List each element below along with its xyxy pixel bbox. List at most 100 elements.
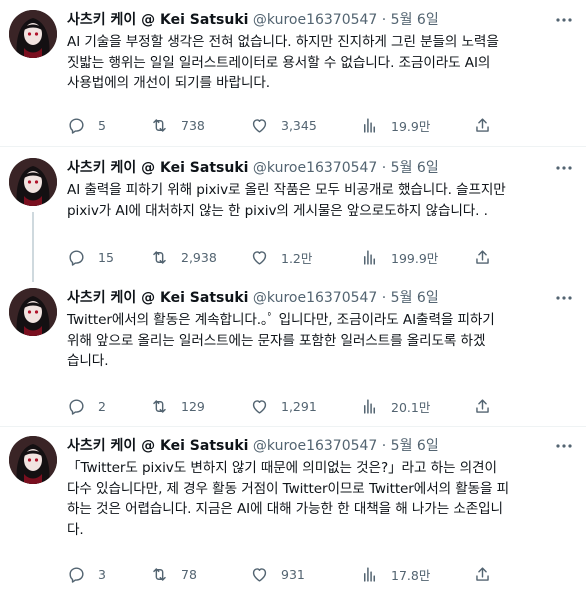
tweet-header: 사츠키 케이 @ Kei Satsuki @kuroe16370547 · 5월…: [67, 11, 439, 29]
tweet-text-line: 사용법에의 개선이 되기를 바랍니다.: [67, 75, 270, 91]
views-button[interactable]: 17.8만: [360, 564, 430, 584]
divider: [0, 426, 586, 427]
user-handle[interactable]: @kuroe16370547: [253, 438, 377, 454]
user-handle[interactable]: @kuroe16370547: [253, 290, 377, 306]
tweet[interactable]: 사츠키 케이 @ Kei Satsuki @kuroe16370547 · 5월…: [0, 288, 586, 418]
share-button[interactable]: [473, 115, 504, 135]
tweet[interactable]: 사츠키 케이 @ Kei Satsuki @kuroe16370547 · 5월…: [0, 436, 586, 586]
like-count: 1.2만: [281, 250, 313, 266]
retweet-icon: [153, 567, 166, 581]
retweet-button[interactable]: 2,938: [150, 247, 217, 267]
more-icon[interactable]: [555, 12, 573, 28]
retweet-count: 78: [181, 566, 197, 582]
like-count: 1,291: [281, 398, 317, 414]
tweet-text-line: AI 출력을 피하기 위해 pixiv로 올린 작품은 모두 비공개로 했습니다…: [67, 182, 506, 198]
share-icon: [476, 398, 489, 413]
tweet-text-line: 습니다.: [67, 353, 109, 369]
share-icon: [476, 117, 489, 132]
more-icon[interactable]: [555, 290, 573, 306]
tweet-actions: 15 2,938 1.2만 199.9만: [67, 247, 579, 267]
share-icon: [476, 566, 489, 581]
tweet-header: 사츠키 케이 @ Kei Satsuki @kuroe16370547 · 5월…: [67, 289, 439, 307]
heart-icon: [252, 250, 267, 265]
share-button[interactable]: [473, 396, 504, 416]
tweet-timestamp[interactable]: · 5월 6일: [382, 290, 439, 306]
reply-button[interactable]: 15: [67, 247, 114, 267]
divider: [0, 146, 586, 147]
display-name[interactable]: 사츠키 케이 @ Kei Satsuki: [67, 290, 248, 306]
like-button[interactable]: 1,291: [250, 396, 317, 416]
views-icon: [363, 249, 376, 265]
tweet-text: AI 출력을 피하기 위해 pixiv로 올린 작품은 모두 비공개로 했습니다…: [67, 180, 579, 221]
reply-count: 2: [98, 398, 106, 414]
more-icon[interactable]: [555, 438, 573, 454]
views-icon: [363, 117, 376, 133]
tweet-timestamp[interactable]: · 5월 6일: [382, 12, 439, 28]
views-button[interactable]: 19.9만: [360, 115, 430, 135]
like-button[interactable]: 3,345: [250, 115, 317, 135]
user-handle[interactable]: @kuroe16370547: [253, 12, 377, 28]
tweet-text-line: 다.: [67, 521, 84, 538]
tweet[interactable]: 사츠키 케이 @ Kei Satsuki @kuroe16370547 · 5월…: [0, 10, 586, 140]
tweet-actions: 5 738 3,345 19.9만: [67, 115, 579, 135]
retweet-icon: [153, 399, 166, 413]
reply-button[interactable]: 2: [67, 396, 106, 416]
retweet-icon: [153, 250, 166, 264]
views-button[interactable]: 199.9만: [360, 247, 438, 267]
view-count: 199.9만: [391, 250, 439, 266]
display-name[interactable]: 사츠키 케이 @ Kei Satsuki: [67, 12, 248, 28]
tweet-text: Twitter에서의 활동은 계속합니다.｡ﾟ 입니다만, 조금이라도 AI출력…: [67, 310, 579, 372]
retweet-count: 738: [181, 117, 205, 133]
heart-icon: [252, 567, 267, 582]
more-icon[interactable]: [555, 160, 573, 176]
tweet-timestamp[interactable]: · 5월 6일: [382, 160, 439, 176]
reply-button[interactable]: 3: [67, 564, 106, 584]
retweet-button[interactable]: 78: [150, 564, 197, 584]
views-button[interactable]: 20.1만: [360, 396, 430, 416]
reply-count: 3: [98, 566, 106, 582]
tweet-actions: 2 129 1,291 20.1만: [67, 396, 579, 416]
retweet-count: 2,938: [181, 249, 217, 265]
tweet-text-line: 짓밟는 행위는 일일 일러스트레이터로 용서할 수 없습니다. 조금이라도 AI…: [67, 54, 491, 71]
tweet-timestamp[interactable]: · 5월 6일: [382, 438, 439, 454]
view-count: 20.1만: [391, 399, 431, 415]
heart-icon: [252, 399, 267, 414]
reply-icon: [69, 249, 84, 266]
views-icon: [363, 398, 376, 414]
tweet-thread: 사츠키 케이 @ Kei Satsuki @kuroe16370547 · 5월…: [0, 0, 586, 594]
tweet-text-line: 다수 있습니다만, 제 경우 활동 거점이 Twitter이므로 Twitter…: [67, 480, 510, 497]
display-name[interactable]: 사츠키 케이 @ Kei Satsuki: [67, 438, 248, 454]
tweet-text: 「Twitter도 pixiv도 변하지 않기 때문에 의미없는 것은?」라고 …: [67, 458, 579, 540]
tweet[interactable]: 사츠키 케이 @ Kei Satsuki @kuroe16370547 · 5월…: [0, 158, 586, 282]
tweet-text-line: 「Twitter도 pixiv도 변하지 않기 때문에 의미없는 것은?」라고 …: [67, 460, 497, 476]
retweet-count: 129: [181, 398, 205, 414]
avatar[interactable]: [9, 10, 57, 58]
thread-connector: [32, 212, 34, 282]
share-button[interactable]: [473, 247, 504, 267]
tweet-text-line: Twitter에서의 활동은 계속합니다.｡ﾟ 입니다만, 조금이라도 AI출력…: [67, 312, 495, 328]
tweet-text: AI 기술을 부정할 생각은 전혀 없습니다. 하지만 진지하게 그린 분들의 …: [67, 32, 579, 94]
view-count: 19.9만: [391, 118, 431, 134]
avatar[interactable]: [9, 158, 57, 206]
tweet-text-line: pixiv가 AI에 대처하지 않는 한 pixiv의 게시물은 앞으로도하지 …: [67, 202, 488, 219]
avatar[interactable]: [9, 288, 57, 336]
tweet-text-line: AI 기술을 부정할 생각은 전혀 없습니다. 하지만 진지하게 그린 분들의 …: [67, 34, 499, 50]
reply-count: 5: [98, 117, 106, 133]
reply-count: 15: [98, 249, 114, 265]
tweet-header: 사츠키 케이 @ Kei Satsuki @kuroe16370547 · 5월…: [67, 437, 439, 455]
like-count: 931: [281, 566, 305, 582]
share-button[interactable]: [473, 564, 504, 584]
retweet-button[interactable]: 738: [150, 115, 205, 135]
tweet-header: 사츠키 케이 @ Kei Satsuki @kuroe16370547 · 5월…: [67, 159, 439, 177]
retweet-icon: [153, 118, 166, 132]
like-button[interactable]: 931: [250, 564, 305, 584]
tweet-text-line: 위해 앞으로 올리는 일러스트에는 문자를 포함한 일러스트를 올리도록 하겠: [67, 332, 486, 349]
reply-button[interactable]: 5: [67, 115, 106, 135]
avatar[interactable]: [9, 436, 57, 484]
display-name[interactable]: 사츠키 케이 @ Kei Satsuki: [67, 160, 248, 176]
like-button[interactable]: 1.2만: [250, 247, 312, 267]
retweet-button[interactable]: 129: [150, 396, 205, 416]
user-handle[interactable]: @kuroe16370547: [253, 160, 377, 176]
like-count: 3,345: [281, 117, 317, 133]
reply-icon: [69, 566, 84, 583]
